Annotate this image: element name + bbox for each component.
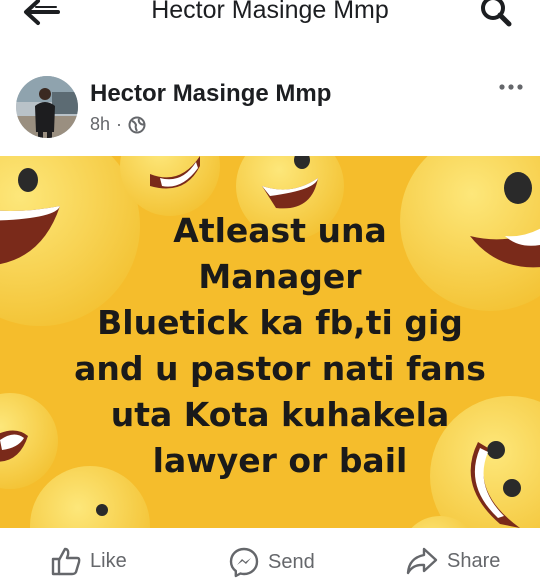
profile-photo: [16, 76, 78, 138]
send-button[interactable]: Send: [228, 546, 315, 578]
top-bar: Hector Masinge Mmp: [0, 0, 540, 28]
post-actions-bar: Like Send Share: [0, 540, 540, 586]
share-label: Share: [447, 549, 501, 572]
messenger-icon: [229, 547, 259, 578]
meta-separator: ·: [116, 114, 123, 134]
post-image[interactable]: Atleast una Manager Bluetick ka fb,ti gi…: [0, 156, 540, 528]
send-label: Send: [268, 550, 315, 573]
post-header: Hector Masinge Mmp 8h ·: [0, 70, 540, 140]
page-title: Hector Masinge Mmp: [151, 0, 389, 24]
image-text-line: Manager: [198, 257, 362, 296]
image-text-line: uta Kota kuhakela: [110, 395, 450, 434]
like-button[interactable]: Like: [50, 546, 127, 576]
more-options-button[interactable]: [496, 78, 526, 96]
search-button[interactable]: [478, 0, 514, 28]
image-text-line: and u pastor nati fans: [74, 349, 486, 388]
image-text-line: Bluetick ka fb,ti gig: [97, 303, 463, 342]
share-arrow-icon: [406, 547, 438, 575]
image-text-line: Atleast una: [173, 211, 387, 250]
post-meta: 8h ·: [90, 114, 146, 135]
avatar[interactable]: [16, 76, 78, 138]
post-image-text: Atleast una Manager Bluetick ka fb,ti gi…: [20, 208, 540, 484]
share-button[interactable]: Share: [405, 546, 500, 576]
thumbs-up-icon: [51, 547, 81, 576]
globe-icon: [128, 116, 146, 133]
image-text-line: lawyer or bail: [152, 441, 408, 480]
author-name[interactable]: Hector Masinge Mmp: [90, 80, 331, 108]
post-time[interactable]: 8h: [90, 114, 110, 135]
more-dots-icon: [499, 84, 523, 90]
search-icon: [481, 0, 512, 27]
like-label: Like: [90, 549, 127, 572]
